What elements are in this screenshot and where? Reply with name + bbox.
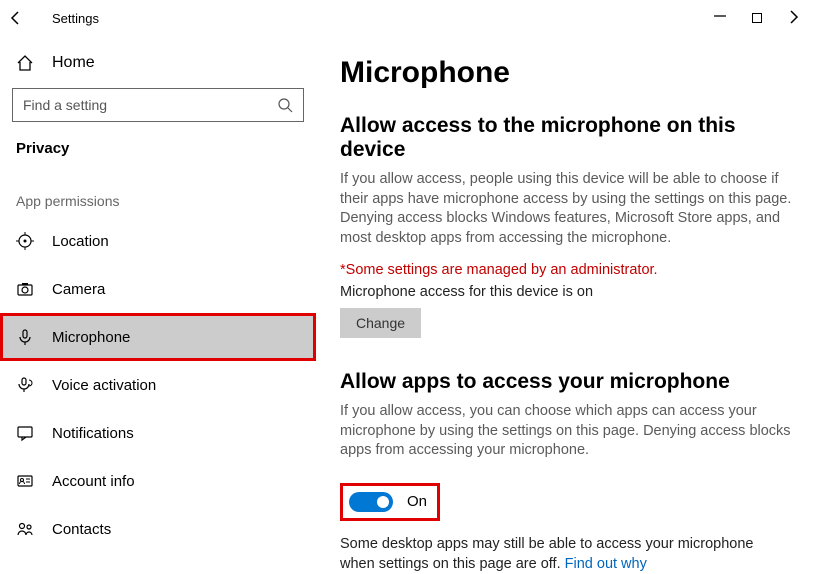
maximize-button[interactable] [752, 10, 762, 26]
change-button[interactable]: Change [340, 308, 421, 338]
titlebar: Settings [0, 0, 816, 36]
section2-heading: Allow apps to access your microphone [340, 370, 792, 394]
category-label: Privacy [0, 136, 316, 173]
section2-desc: If you allow access, you can choose whic… [340, 402, 792, 461]
sidebar-item-microphone[interactable]: Microphone [0, 313, 316, 361]
sidebar-item-voice-activation[interactable]: Voice activation [0, 361, 316, 409]
sidebar-item-label: Voice activation [52, 377, 156, 394]
section1-heading: Allow access to the microphone on this d… [340, 114, 792, 162]
window-controls [714, 10, 808, 26]
search-placeholder: Find a setting [23, 97, 107, 113]
toggle-state-label: On [407, 493, 427, 510]
search-input[interactable]: Find a setting [12, 88, 304, 122]
account-info-icon [16, 472, 34, 490]
section-label: App permissions [0, 173, 316, 217]
camera-icon [16, 280, 34, 298]
sidebar-item-label: Contacts [52, 521, 111, 538]
sidebar-item-location[interactable]: Location [0, 217, 316, 265]
sidebar-item-notifications[interactable]: Notifications [0, 409, 316, 457]
find-out-why-link[interactable]: Find out why [565, 556, 647, 572]
location-icon [16, 232, 34, 250]
search-icon [277, 97, 293, 113]
apps-access-toggle[interactable] [349, 492, 393, 512]
admin-warning: *Some settings are managed by an adminis… [340, 262, 792, 278]
sidebar-item-camera[interactable]: Camera [0, 265, 316, 313]
apps-access-toggle-row: On [340, 483, 440, 521]
back-button[interactable] [8, 10, 36, 26]
next-button[interactable] [788, 10, 800, 26]
contacts-icon [16, 520, 34, 538]
sidebar-item-label: Notifications [52, 425, 134, 442]
window-title: Settings [52, 11, 99, 26]
main: Home Find a setting Privacy App permissi… [0, 36, 816, 574]
footnote: Some desktop apps may still be able to a… [340, 535, 792, 574]
notifications-icon [16, 424, 34, 442]
sidebar-item-label: Microphone [52, 329, 130, 346]
sidebar-item-label: Location [52, 233, 109, 250]
content: Microphone Allow access to the microphon… [316, 36, 816, 574]
home-nav[interactable]: Home [0, 44, 316, 82]
footnote-text: Some desktop apps may still be able to a… [340, 536, 753, 572]
sidebar-item-contacts[interactable]: Contacts [0, 505, 316, 553]
sidebar-item-account-info[interactable]: Account info [0, 457, 316, 505]
home-label: Home [52, 54, 95, 72]
sidebar: Home Find a setting Privacy App permissi… [0, 36, 316, 574]
microphone-icon [16, 328, 34, 346]
voice-activation-icon [16, 376, 34, 394]
page-title: Microphone [340, 56, 792, 90]
minimize-button[interactable] [714, 10, 726, 26]
home-icon [16, 54, 34, 72]
device-access-status: Microphone access for this device is on [340, 284, 792, 300]
section1-desc: If you allow access, people using this d… [340, 170, 792, 248]
sidebar-item-label: Camera [52, 281, 105, 298]
sidebar-item-label: Account info [52, 473, 135, 490]
